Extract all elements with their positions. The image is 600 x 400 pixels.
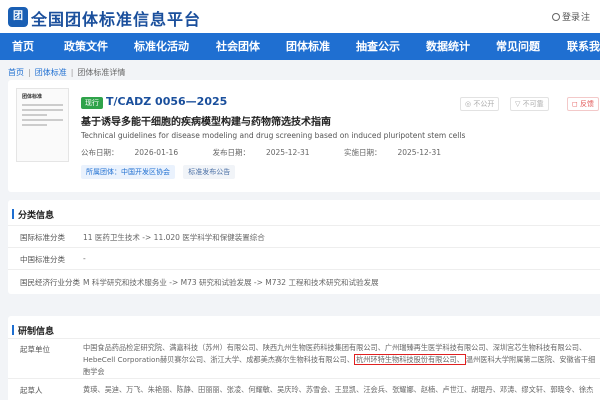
highlighted-unit: 杭州环特生物科技股份有限公司、: [354, 354, 466, 365]
nav-standards[interactable]: 团体标准: [286, 38, 330, 54]
classification-row: 国际标准分类 11 医药卫生技术 -> 11.020 医学科学和保健装置综合: [8, 225, 600, 247]
breadcrumb-standards[interactable]: 团体标准: [35, 68, 67, 77]
development-card: 研制信息 起草单位 中国食品药品检定研究院、满嘉科技（苏州）有限公司、陕西九州生…: [8, 316, 600, 400]
breadcrumb-current: 团体标准详情: [77, 68, 126, 77]
standard-tags: 所属团体：中国开发区协会 标准发布公告: [81, 165, 241, 179]
thumbnail-title: 团体标准: [22, 94, 43, 100]
drafters-row: 起草人 黄瑛、吴迪、万飞、朱艳丽、陈静、田丽丽、张凌、何耀敏、吴庆玲、苏雪会、王…: [8, 378, 600, 400]
drafting-units-value: 中国食品药品检定研究院、满嘉科技（苏州）有限公司、陕西九州生物医药科技集团有限公…: [83, 343, 596, 376]
classification-row: 国民经济行业分类 M 科学研究和技术服务业 -> M73 研究和试验发展 -> …: [8, 269, 600, 294]
classification-value: M 科学研究和技术服务业 -> M73 研究和试验发展 -> M732 工程和技…: [83, 278, 379, 287]
site-logo-icon[interactable]: 团: [8, 7, 28, 27]
nav-contact[interactable]: 联系我们: [567, 38, 600, 54]
nav-faq[interactable]: 常见问题: [496, 38, 540, 54]
nav-home[interactable]: 首页: [12, 38, 34, 54]
tag-organization[interactable]: 所属团体：中国开发区协会: [81, 165, 175, 179]
classification-key: 中国标准分类: [20, 255, 65, 264]
breadcrumb-home[interactable]: 首页: [8, 68, 24, 77]
development-section-title: 研制信息: [11, 324, 54, 337]
classification-key: 国际标准分类: [20, 233, 65, 242]
not-public-button[interactable]: ◎ 不公开: [460, 97, 500, 111]
nav-inspection[interactable]: 抽查公示: [356, 38, 400, 54]
classification-value: -: [83, 254, 86, 263]
nav-organizations[interactable]: 社会团体: [216, 38, 260, 54]
release-date: 发布日期： 2025-12-31: [212, 148, 310, 157]
thumb-down-icon: ▽: [515, 100, 523, 108]
standard-dates: 公布日期： 2026-01-16 发布日期： 2025-12-31 实施日期： 202…: [81, 147, 473, 158]
drafting-units-label: 起草单位: [20, 345, 50, 354]
site-title[interactable]: 全国团体标准信息平台: [31, 6, 201, 30]
standard-title-en: Technical guidelines for disease modelin…: [81, 131, 466, 140]
unreliable-button[interactable]: ▽ 不可靠: [510, 97, 549, 111]
classification-section-title: 分类信息: [11, 208, 54, 221]
classification-row: 中国标准分类 -: [8, 247, 600, 269]
tag-notice[interactable]: 标准发布公告: [183, 165, 236, 179]
standard-summary-card: 团体标准 现行 T/CADZ 0056—2025 基于诱导多能干细胞的疾病模型构…: [8, 80, 600, 192]
user-icon: [552, 13, 560, 21]
classification-card: 分类信息 国际标准分类 11 医药卫生技术 -> 11.020 医学科学和保健装…: [8, 200, 600, 294]
feedback-icon: ◻: [572, 100, 581, 108]
standard-title-cn: 基于诱导多能干细胞的疾病模型构建与药物筛选技术指南: [81, 117, 331, 128]
login-link[interactable]: 登录: [552, 10, 580, 23]
classification-key: 国民经济行业分类: [20, 278, 80, 287]
implement-date: 实施日期： 2025-12-31: [343, 148, 442, 157]
nav-activities[interactable]: 标准化活动: [134, 38, 189, 54]
main-nav: 首页 政策文件 标准化活动 社会团体 团体标准 抽查公示 数据统计 常见问题 联…: [0, 33, 600, 60]
feedback-button[interactable]: ◻ 反馈: [567, 97, 600, 111]
publish-date: 公布日期： 2026-01-16: [81, 148, 179, 157]
nav-policy[interactable]: 政策文件: [64, 38, 108, 54]
drafters-value: 黄瑛、吴迪、万飞、朱艳丽、陈静、田丽丽、张凌、何耀敏、吴庆玲、苏雪会、王显凯、汪…: [83, 385, 594, 394]
nav-statistics[interactable]: 数据统计: [426, 38, 470, 54]
classification-value: 11 医药卫生技术 -> 11.020 医学科学和保健装置综合: [83, 233, 265, 242]
drafting-units-row: 起草单位 中国食品药品检定研究院、满嘉科技（苏州）有限公司、陕西九州生物医药科技…: [8, 338, 600, 378]
standard-cover-thumbnail[interactable]: 团体标准: [16, 88, 69, 162]
top-bar: 团 全国团体标准信息平台 登录 注: [0, 0, 600, 33]
drafters-label: 起草人: [20, 386, 43, 395]
status-badge: 现行: [81, 97, 103, 109]
breadcrumb: 首页 | 团体标准 | 团体标准详情: [8, 68, 126, 77]
register-link[interactable]: 注: [581, 10, 590, 23]
standard-code: T/CADZ 0056—2025: [106, 95, 228, 108]
